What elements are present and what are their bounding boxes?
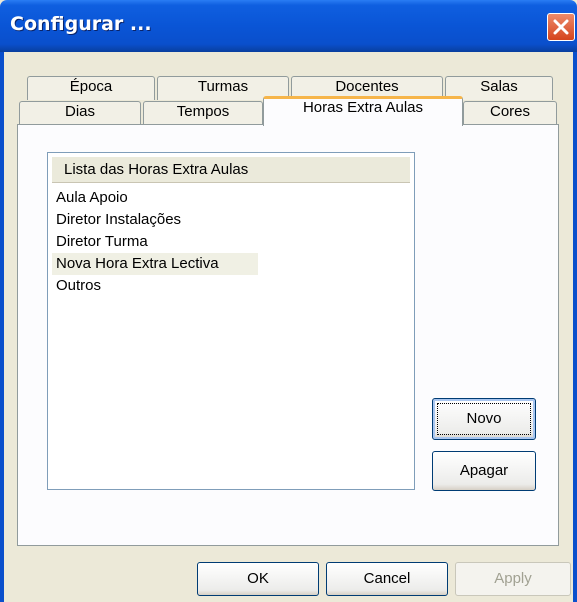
tab-cores[interactable]: Cores	[463, 101, 557, 125]
window-frame-left	[0, 52, 4, 602]
list-item[interactable]: Aula Apoio	[52, 187, 252, 209]
apply-label: Apply	[494, 570, 532, 587]
ok-label: OK	[247, 570, 269, 587]
tab-dias[interactable]: Dias	[19, 101, 141, 125]
close-button[interactable]	[547, 13, 575, 41]
apagar-label: Apagar	[459, 462, 509, 479]
list-item[interactable]: Diretor Turma	[52, 231, 252, 253]
list-item[interactable]: Diretor Instalações	[52, 209, 252, 231]
list-header[interactable]: Lista das Horas Extra Aulas	[52, 157, 410, 183]
ok-button[interactable]: OK	[197, 562, 319, 596]
apagar-button[interactable]: Apagar	[432, 451, 536, 491]
close-icon	[553, 19, 569, 35]
apply-button[interactable]: Apply	[455, 562, 571, 596]
tab-horas-extra-aulas[interactable]: Horas Extra Aulas	[263, 96, 463, 126]
window-frame-right	[573, 52, 577, 602]
list-item[interactable]: Outros	[52, 275, 252, 297]
novo-button[interactable]: Novo	[432, 398, 536, 440]
focus-ring	[437, 403, 531, 435]
cancel-label: Cancel	[363, 570, 411, 587]
tab-tempos[interactable]: Tempos	[143, 101, 263, 125]
title-bar[interactable]: Configurar ...	[0, 0, 577, 52]
window-title: Configurar ...	[10, 13, 152, 35]
list-item-selected[interactable]: Nova Hora Extra Lectiva	[52, 253, 258, 275]
tab-epoca[interactable]: Época	[27, 76, 155, 100]
cancel-button[interactable]: Cancel	[326, 562, 448, 596]
horas-extra-list[interactable]: Lista das Horas Extra Aulas Aula Apoio D…	[47, 152, 415, 490]
